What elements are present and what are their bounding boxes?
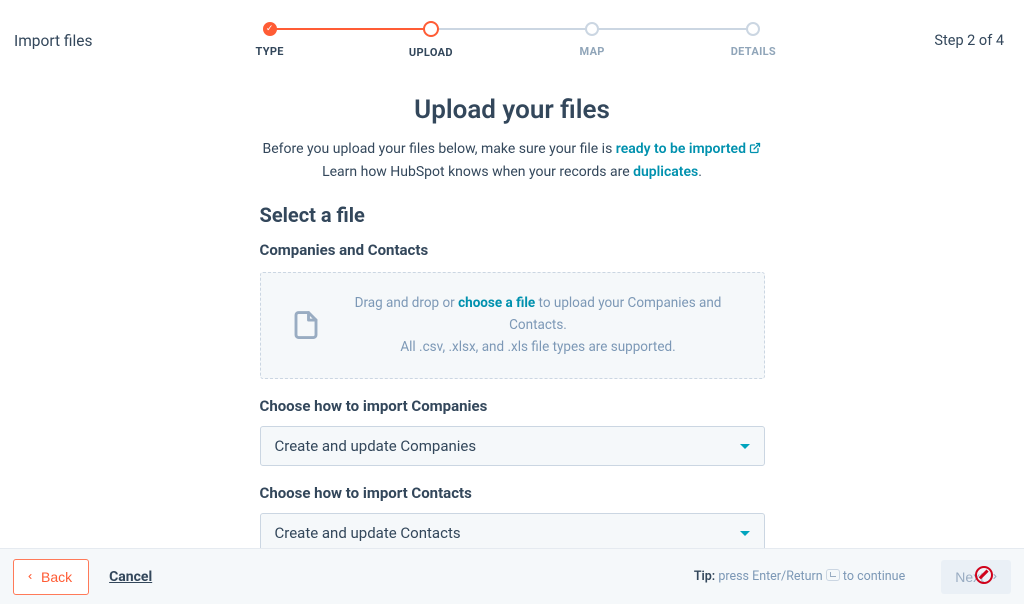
return-key-icon [826,569,840,581]
select-file-heading: Select a file [260,203,765,227]
file-icon [291,307,323,345]
choose-file-link[interactable]: choose a file [458,295,535,311]
step-label: UPLOAD [409,46,453,59]
tip-text: Tip: press Enter/Return to continue [694,569,905,584]
tip-rest: press Enter/Return [718,569,825,584]
step-label: MAP [580,45,605,58]
stepper: ✓ TYPE UPLOAD MAP DETAILS [189,22,834,59]
intro-text-2: Learn how HubSpot knows when your record… [322,164,633,180]
back-button[interactable]: Back [13,559,89,595]
companies-contacts-subheading: Companies and Contacts [260,241,765,259]
page-title: Import files [14,22,179,50]
dot-icon [423,21,439,37]
cancel-link[interactable]: Cancel [109,569,152,585]
step-label: TYPE [255,45,283,58]
chevron-left-icon [26,569,34,585]
dropzone-text-after: to upload your Companies and Contacts. [509,295,721,333]
dot-icon [585,22,599,36]
select-value: Create and update Companies [275,437,477,455]
select-value: Create and update Contacts [275,524,461,542]
step-type: ✓ TYPE [189,22,350,58]
companies-import-select[interactable]: Create and update Companies [260,426,765,466]
step-label: DETAILS [731,45,776,58]
check-icon: ✓ [263,22,277,36]
tip-rest2: to continue [843,569,905,584]
step-indicator: Step 2 of 4 [844,22,1004,49]
chevron-down-icon [740,444,750,449]
companies-import-label: Choose how to import Companies [260,397,765,415]
next-button[interactable]: Next [941,560,1011,594]
tip-bold: Tip: [694,569,715,584]
ready-to-import-link[interactable]: ready to be imported [616,141,746,157]
contacts-import-label: Choose how to import Contacts [260,484,765,502]
intro-dot: . [698,164,702,180]
intro-text: Before you upload your files below, make… [263,141,616,157]
chevron-down-icon [740,531,750,536]
dot-icon [746,22,760,36]
not-allowed-icon [975,566,993,584]
external-link-icon [749,140,761,162]
dropzone-text: Drag and drop or [355,295,459,311]
back-button-label: Back [41,569,72,585]
heading: Upload your files [260,95,765,125]
dropzone-formats: All .csv, .xlsx, and .xls file types are… [400,339,675,355]
duplicates-link[interactable]: duplicates [633,164,698,180]
footer: Back Cancel Tip: press Enter/Return to c… [0,548,1024,604]
file-dropzone[interactable]: Drag and drop or choose a file to upload… [260,272,765,379]
